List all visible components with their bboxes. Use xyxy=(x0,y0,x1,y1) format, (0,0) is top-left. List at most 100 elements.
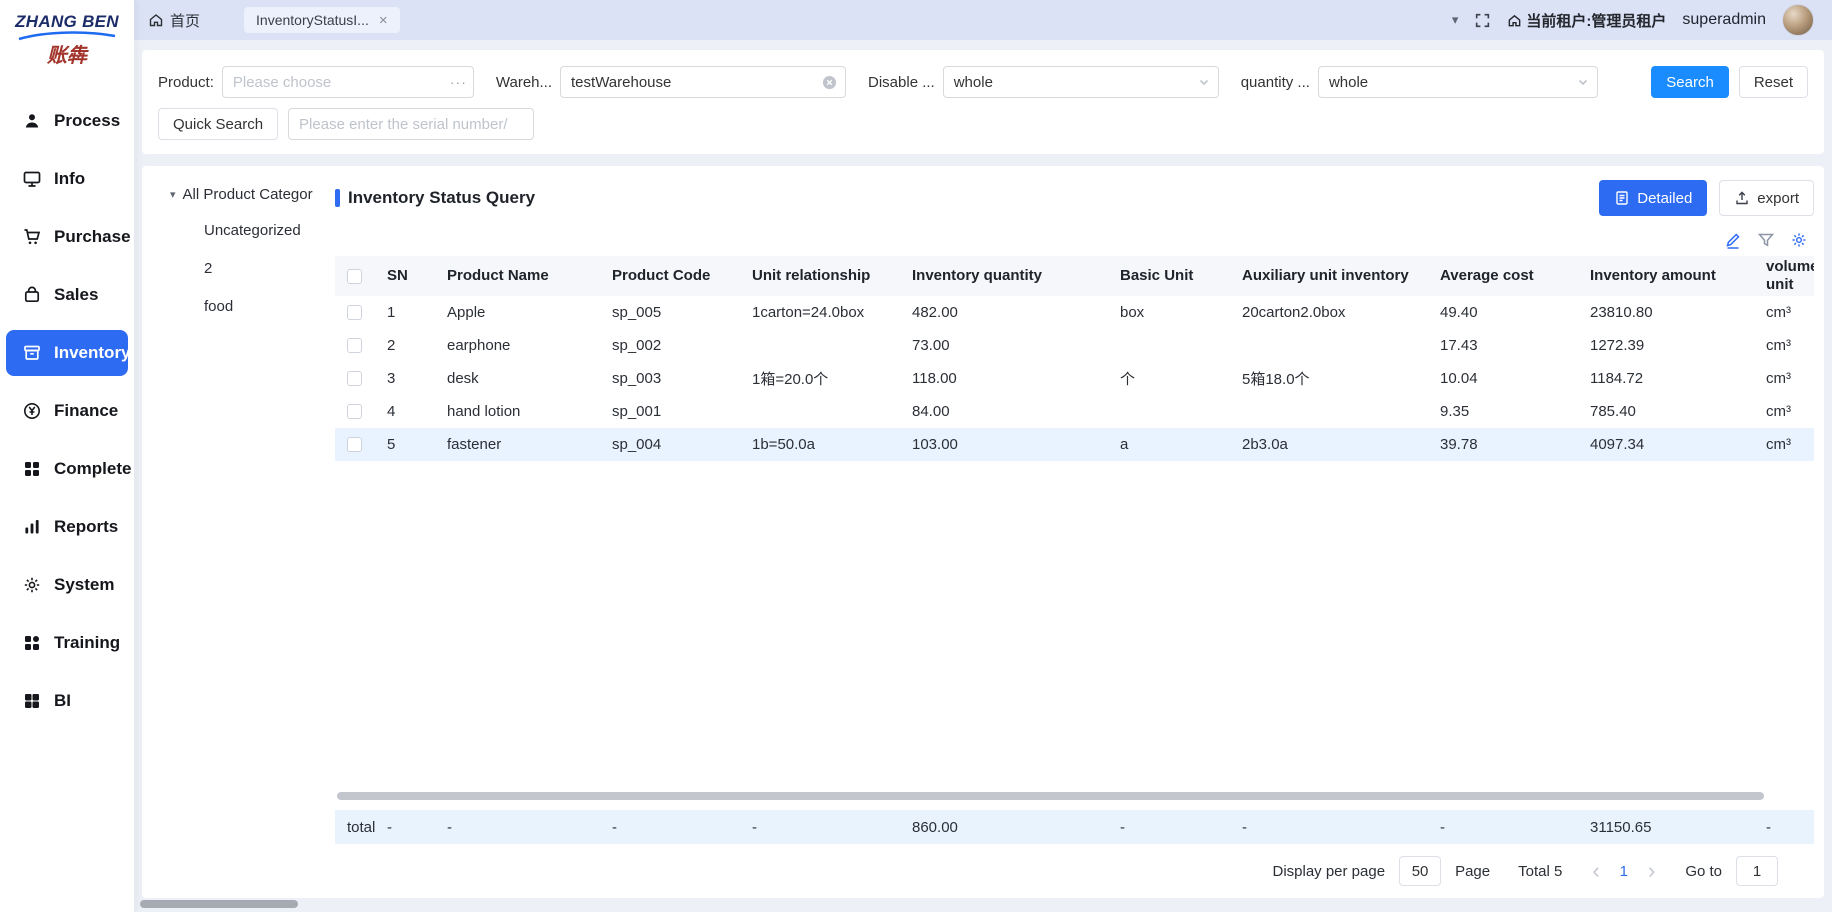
total-sn: - xyxy=(375,810,435,844)
table-row[interactable]: 2 earphone sp_002 73.00 17.43 1272.39 cm… xyxy=(335,329,1814,362)
col-header-volume-unit[interactable]: volume unit xyxy=(1754,256,1814,296)
table-row[interactable]: 3 desk sp_003 1箱=20.0个 118.00 个 5箱18.0个 … xyxy=(335,362,1814,395)
cart-icon xyxy=(22,227,42,247)
warehouse-field[interactable] xyxy=(560,66,846,98)
tab-inventory-status[interactable]: InventoryStatusI... × xyxy=(244,7,400,33)
cell-inventory-quantity: 482.00 xyxy=(900,296,1108,329)
table-row[interactable]: 1 Apple sp_005 1carton=24.0box 482.00 bo… xyxy=(335,296,1814,329)
cell-product-name: desk xyxy=(435,362,600,395)
brand-name-cn: 账犇 xyxy=(0,39,134,68)
username[interactable]: superadmin xyxy=(1682,11,1766,29)
serial-input[interactable] xyxy=(289,109,533,139)
reset-button[interactable]: Reset xyxy=(1739,66,1808,98)
tree-item-uncategorized[interactable]: Uncategorized xyxy=(204,222,335,239)
cell-checkbox xyxy=(335,395,375,428)
col-header-unit-relationship[interactable]: Unit relationship xyxy=(740,256,900,296)
tree-expand-icon[interactable]: ▾ xyxy=(170,188,176,201)
filter-funnel-icon[interactable] xyxy=(1757,231,1775,249)
cell-auxiliary-unit: 5箱18.0个 xyxy=(1230,362,1428,395)
table-row-selected[interactable]: 5 fastener sp_004 1b=50.0a 103.00 a 2b3.… xyxy=(335,428,1814,461)
page-hscrollbar-thumb[interactable] xyxy=(140,900,298,908)
filter-card: Product: ··· Wareh... Disable ... xyxy=(142,50,1824,154)
col-header-average-cost[interactable]: Average cost xyxy=(1428,256,1578,296)
cell-inventory-amount: 1184.72 xyxy=(1578,362,1754,395)
sidebar-item-process[interactable]: Process xyxy=(6,98,128,144)
sidebar-item-purchase[interactable]: Purchase xyxy=(6,214,128,260)
export-button[interactable]: export xyxy=(1719,180,1814,216)
col-header-inventory-quantity[interactable]: Inventory quantity xyxy=(900,256,1108,296)
search-button[interactable]: Search xyxy=(1651,66,1729,98)
edit-pen-icon[interactable] xyxy=(1724,231,1742,249)
tree-item-food[interactable]: food xyxy=(204,298,335,315)
select-all-checkbox[interactable] xyxy=(347,269,362,284)
sidebar-nav: Process Info Purchase Sales Inventory Fi… xyxy=(0,92,134,724)
next-page-icon[interactable]: › xyxy=(1646,860,1657,882)
col-header-product-code[interactable]: Product Code xyxy=(600,256,740,296)
col-header-product-name[interactable]: Product Name xyxy=(435,256,600,296)
table-hscrollbar xyxy=(337,792,1764,802)
topbar: 首页 InventoryStatusI... × ▾ 当前租户:管理员租户 su… xyxy=(134,0,1832,40)
settings-gear-icon[interactable] xyxy=(1790,231,1808,249)
current-page-button[interactable]: 1 xyxy=(1616,863,1632,880)
tabs-dropdown-icon[interactable]: ▾ xyxy=(1452,12,1459,28)
col-header-inventory-amount[interactable]: Inventory amount xyxy=(1578,256,1754,296)
filter-row-2: Quick Search xyxy=(158,108,1808,140)
sidebar-item-finance[interactable]: Finance xyxy=(6,388,128,434)
table-hscrollbar-thumb[interactable] xyxy=(337,792,1764,800)
cell-unit-relationship: 1carton=24.0box xyxy=(740,296,900,329)
clear-icon[interactable] xyxy=(822,75,837,90)
cell-product-name: earphone xyxy=(435,329,600,362)
cell-auxiliary-unit xyxy=(1230,329,1428,362)
disable-label: Disable ... xyxy=(868,74,935,91)
sidebar-item-complete[interactable]: Complete xyxy=(6,446,128,492)
monitor-icon xyxy=(22,169,42,189)
sidebar-item-training[interactable]: Training xyxy=(6,620,128,666)
row-checkbox[interactable] xyxy=(347,404,362,419)
col-header-auxiliary-unit[interactable]: Auxiliary unit inventory xyxy=(1230,256,1428,296)
cell-unit-relationship: 1箱=20.0个 xyxy=(740,362,900,395)
row-checkbox[interactable] xyxy=(347,338,362,353)
person-icon xyxy=(22,111,42,131)
table-row[interactable]: 4 hand lotion sp_001 84.00 9.35 785.40 c… xyxy=(335,395,1814,428)
tree-item-2[interactable]: 2 xyxy=(204,260,335,277)
ellipsis-icon[interactable]: ··· xyxy=(450,74,467,90)
sidebar-item-inventory[interactable]: Inventory xyxy=(6,330,128,376)
avatar[interactable] xyxy=(1782,4,1814,36)
sidebar-item-info[interactable]: Info xyxy=(6,156,128,202)
home-tab-label: 首页 xyxy=(170,10,200,31)
sidebar-item-label: Info xyxy=(54,169,85,189)
cell-product-code: sp_001 xyxy=(600,395,740,428)
coin-icon xyxy=(22,401,42,421)
row-checkbox[interactable] xyxy=(347,437,362,452)
fullscreen-icon[interactable] xyxy=(1474,12,1491,29)
disable-select[interactable]: whole xyxy=(943,66,1219,98)
quick-search-button[interactable]: Quick Search xyxy=(158,108,278,140)
total-product-code: - xyxy=(600,810,740,844)
row-checkbox[interactable] xyxy=(347,371,362,386)
tenant-info[interactable]: 当前租户:管理员租户 xyxy=(1507,10,1666,31)
tree-root-all-categories[interactable]: ▾ All Product Categor xyxy=(170,186,335,203)
warehouse-label: Wareh... xyxy=(496,74,552,91)
quantity-select[interactable]: whole xyxy=(1318,66,1598,98)
pagination: Display per page Page Total 5 ‹ 1 › Go t… xyxy=(335,844,1814,898)
home-tab[interactable]: 首页 xyxy=(148,10,200,31)
sidebar-item-bi[interactable]: BI xyxy=(6,678,128,724)
inventory-panel: ▾ All Product Categor Uncategorized 2 fo… xyxy=(142,166,1824,898)
goto-page-input[interactable] xyxy=(1736,856,1778,886)
row-checkbox[interactable] xyxy=(347,305,362,320)
sidebar-item-system[interactable]: System xyxy=(6,562,128,608)
cell-product-name: hand lotion xyxy=(435,395,600,428)
prev-page-icon[interactable]: ‹ xyxy=(1590,860,1601,882)
product-input[interactable] xyxy=(223,67,473,97)
sidebar-item-sales[interactable]: Sales xyxy=(6,272,128,318)
close-icon[interactable]: × xyxy=(379,13,388,28)
sidebar-item-reports[interactable]: Reports xyxy=(6,504,128,550)
warehouse-input[interactable] xyxy=(561,67,845,97)
col-header-sn[interactable]: SN xyxy=(375,256,435,296)
detailed-button[interactable]: Detailed xyxy=(1599,180,1707,216)
product-picker[interactable]: ··· xyxy=(222,66,474,98)
col-header-basic-unit[interactable]: Basic Unit xyxy=(1108,256,1230,296)
serial-field[interactable] xyxy=(288,108,534,140)
page-size-input[interactable] xyxy=(1399,856,1441,886)
cell-average-cost: 17.43 xyxy=(1428,329,1578,362)
